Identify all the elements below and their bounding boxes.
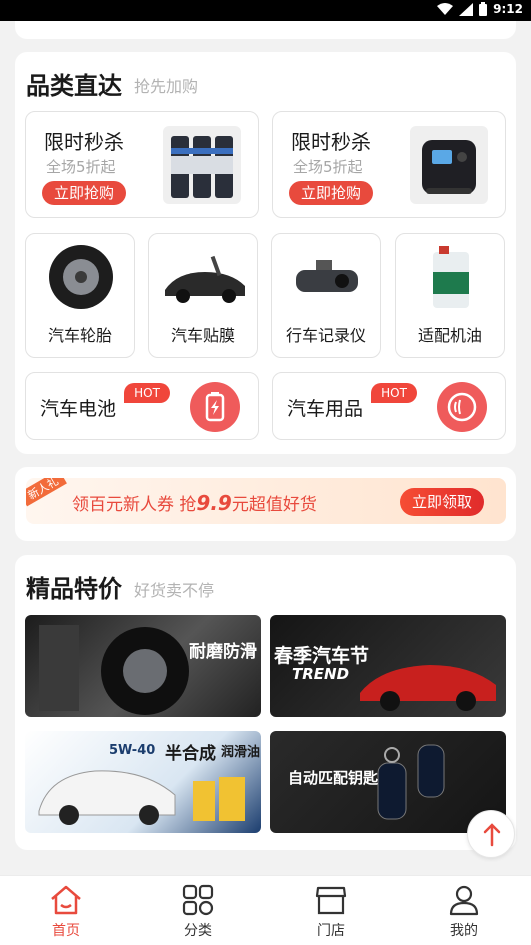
air-pump-image: [410, 126, 488, 204]
promo-headline: 春季汽车节: [274, 645, 370, 667]
tab-label: 首页: [52, 923, 80, 939]
tab-home[interactable]: 首页: [0, 876, 132, 945]
battery-status-icon: [479, 2, 488, 16]
coupon-price: 9.9: [196, 491, 232, 515]
coupon-banner[interactable]: 新人礼 领百元新人券 抢9.9元超值好货 立即领取: [26, 478, 506, 524]
bottom-tab-bar: 首页 分类 门店 我的: [0, 875, 531, 945]
promo-banner-tire[interactable]: 耐磨防滑: [25, 615, 261, 717]
flash-sale-title: 限时秒杀: [291, 130, 371, 154]
tire-graphic: [39, 625, 189, 715]
status-time: 9:12: [493, 2, 523, 16]
status-bar: 9:12: [0, 0, 531, 21]
category-label: 行车记录仪: [285, 326, 366, 345]
user-icon: [449, 885, 479, 916]
promo-headline: 自动匹配钥匙: [288, 769, 379, 787]
flash-sale-subtitle: 全场5折起: [46, 158, 116, 176]
category-label: 汽车贴膜: [170, 326, 235, 345]
category-tile[interactable]: 汽车轮胎: [25, 233, 135, 358]
category-tile[interactable]: 行车记录仪: [271, 233, 381, 358]
tab-category[interactable]: 分类: [132, 876, 264, 945]
tab-label: 分类: [184, 923, 212, 939]
promo-headline: 耐磨防滑: [189, 642, 257, 662]
arrow-up-icon: [483, 823, 501, 847]
tire-icon: [437, 382, 487, 432]
battery-icon: [190, 382, 240, 432]
category-tile[interactable]: 适配机油: [395, 233, 505, 358]
promo-banner-car[interactable]: 春季汽车节 TREND: [270, 615, 506, 717]
home-icon: [51, 885, 81, 915]
dashcam-image: [282, 242, 372, 312]
category-label: 汽车轮胎: [47, 326, 112, 345]
promo-banner-oil[interactable]: 5W-40 半合成 润滑油: [25, 731, 261, 833]
wifi-icon: [437, 3, 454, 15]
back-to-top-button[interactable]: [467, 810, 515, 858]
promo-headline: 半合成: [165, 744, 216, 764]
store-icon: [315, 886, 347, 915]
promo-subline: 润滑油: [221, 745, 261, 760]
tire-image: [36, 242, 126, 312]
category-label: 适配机油: [417, 326, 482, 345]
featured-label: 汽车用品: [287, 398, 364, 420]
category-section-title: 品类直达: [26, 72, 122, 100]
promo-subline: TREND: [292, 665, 350, 683]
featured-tile[interactable]: 汽车电池 HOT: [25, 372, 259, 440]
hot-badge: HOT: [124, 383, 170, 403]
oil-bottle-image: [406, 242, 496, 312]
tab-store[interactable]: 门店: [265, 876, 397, 945]
category-section-subtitle: 抢先加购: [134, 77, 199, 96]
tab-label: 我的: [450, 923, 478, 939]
claim-coupon-button[interactable]: 立即领取: [400, 488, 484, 516]
signal-icon: [459, 2, 474, 16]
featured-label: 汽车电池: [40, 398, 117, 420]
flash-sale-card[interactable]: 限时秒杀 全场5折起 立即抢购: [25, 111, 259, 218]
premium-section-title: 精品特价: [26, 575, 122, 603]
tab-label: 门店: [317, 923, 345, 939]
flash-sale-card[interactable]: 限时秒杀 全场5折起 立即抢购: [272, 111, 506, 218]
promo-top: 5W-40: [109, 743, 156, 758]
buy-now-button[interactable]: 立即抢购: [289, 181, 373, 205]
coupon-text-prefix: 领百元新人券 抢: [72, 495, 197, 515]
grid-icon: [182, 884, 214, 916]
premium-section-subtitle: 好货卖不停: [134, 581, 215, 600]
sports-car-image: [159, 242, 249, 312]
coupon-text: 领百元新人券 抢9.9元超值好货: [72, 490, 317, 515]
featured-tile[interactable]: 汽车用品 HOT: [272, 372, 506, 440]
previous-card-bottom: [15, 21, 516, 39]
buy-now-button[interactable]: 立即抢购: [42, 181, 126, 205]
hot-badge: HOT: [371, 383, 417, 403]
tab-mine[interactable]: 我的: [398, 876, 530, 945]
spray-cans-image: [163, 126, 241, 204]
flash-sale-subtitle: 全场5折起: [293, 158, 363, 176]
category-tile[interactable]: 汽车贴膜: [148, 233, 258, 358]
new-user-tag: 新人礼: [26, 478, 67, 507]
coupon-text-suffix: 元超值好货: [231, 495, 317, 515]
flash-sale-title: 限时秒杀: [44, 130, 124, 154]
